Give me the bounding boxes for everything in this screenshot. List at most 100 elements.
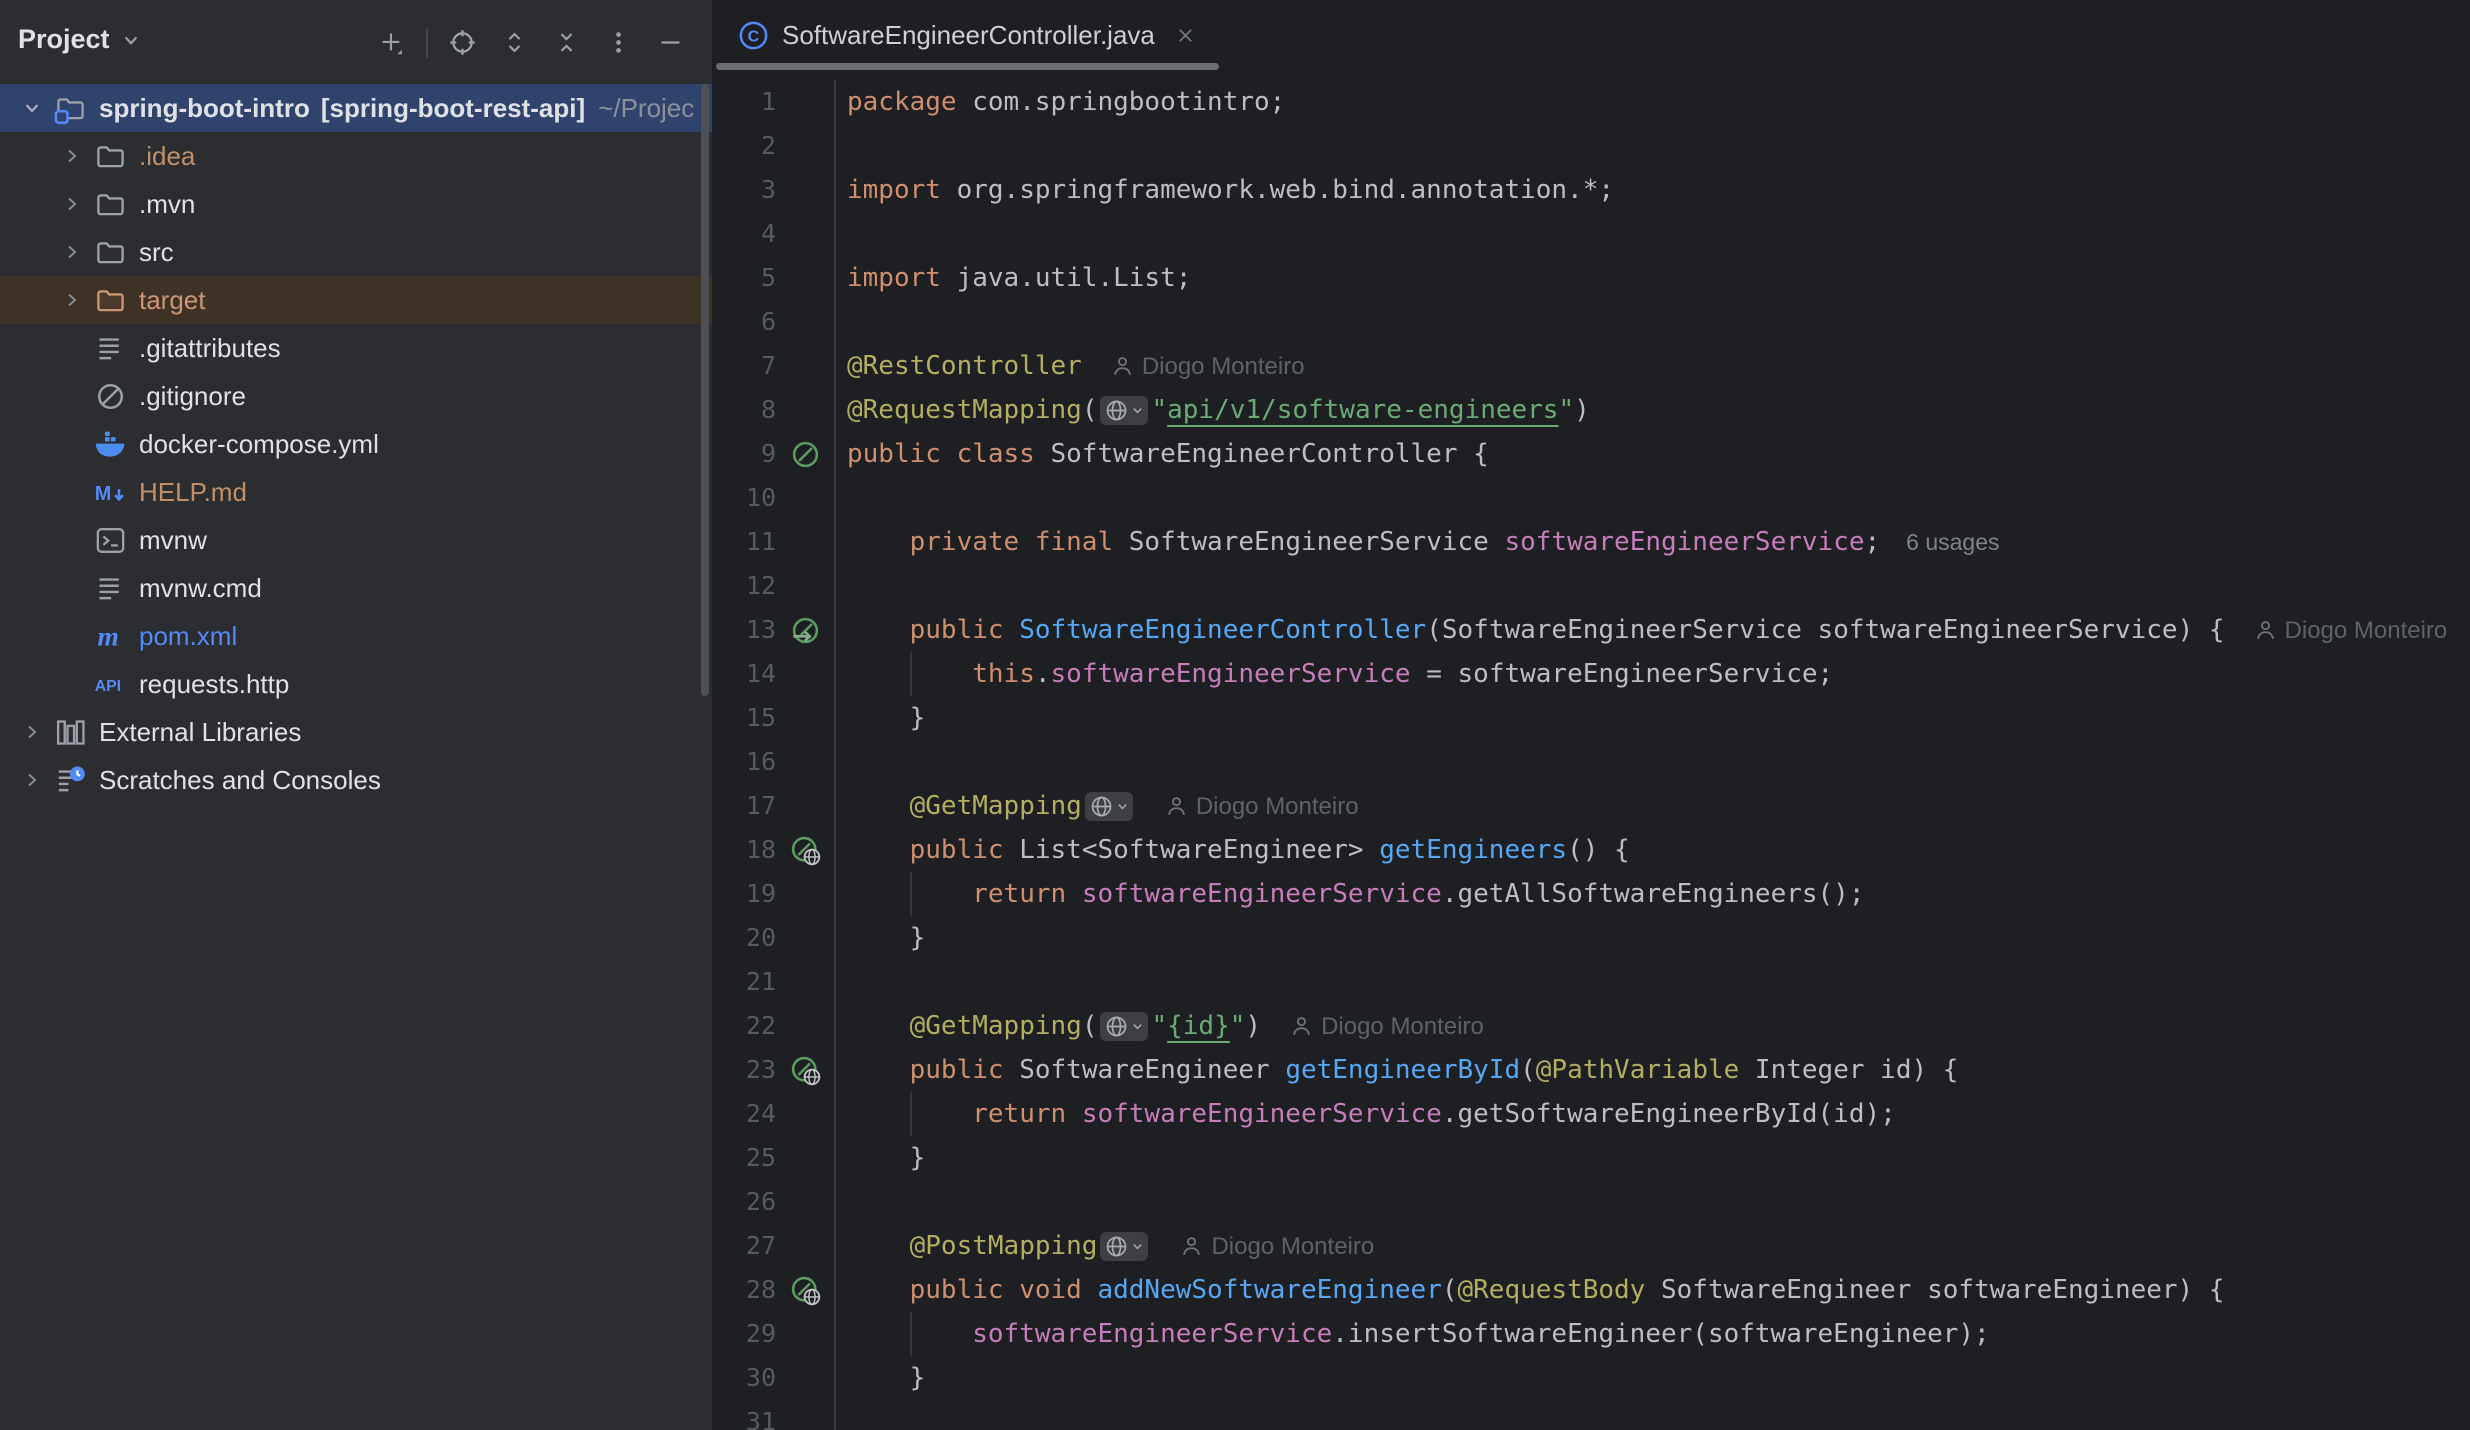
chevron-right-icon[interactable] (52, 288, 92, 312)
url-mapping-badge[interactable] (1100, 396, 1148, 425)
code-line-text[interactable]: public class SoftwareEngineerController … (834, 432, 2470, 476)
line-number[interactable]: 12 (712, 564, 776, 608)
line-number[interactable]: 5 (712, 256, 776, 300)
tree-item-requests-http[interactable]: APIrequests.http (0, 660, 712, 708)
line-number[interactable]: 18 (712, 828, 776, 872)
line-number[interactable]: 8 (712, 388, 776, 432)
code-line-text[interactable] (834, 564, 2470, 608)
tree-item-src[interactable]: src (0, 228, 712, 276)
url-mapping-badge[interactable] (1100, 1012, 1148, 1041)
line-number[interactable]: 29 (712, 1312, 776, 1356)
code-author-inlay[interactable]: Diogo Monteiro (1289, 1013, 1484, 1041)
line-number[interactable]: 14 (712, 652, 776, 696)
code-line-text[interactable]: } (834, 916, 2470, 960)
line-number[interactable]: 17 (712, 784, 776, 828)
line-number[interactable]: 15 (712, 696, 776, 740)
code-line-text[interactable]: @GetMapping("{id}")Diogo Monteiro (834, 1004, 2470, 1048)
code-line-text[interactable]: @PostMappingDiogo Monteiro (834, 1224, 2470, 1268)
line-number[interactable]: 2 (712, 124, 776, 168)
code-line-text[interactable]: softwareEngineerService.insertSoftwareEn… (834, 1312, 2470, 1356)
tree-item-mvnw[interactable]: mvnw (0, 516, 712, 564)
code-line-text[interactable] (834, 124, 2470, 168)
collapse-all-button[interactable] (547, 23, 586, 62)
project-tree-scrollbar[interactable] (701, 84, 709, 696)
code-line-text[interactable] (834, 960, 2470, 1004)
add-button[interactable] (372, 23, 411, 62)
code-line-text[interactable]: public List<SoftwareEngineer> getEnginee… (834, 828, 2470, 872)
line-number[interactable]: 25 (712, 1136, 776, 1180)
gutter-bean-arrow-slot[interactable] (776, 608, 834, 652)
code-line-text[interactable]: } (834, 1356, 2470, 1400)
code-line-text[interactable]: private final SoftwareEngineerService so… (834, 520, 2470, 564)
code-line-text[interactable]: package com.springbootintro; (834, 80, 2470, 124)
gutter-mapping-slot[interactable] (776, 828, 834, 872)
expand-all-button[interactable] (495, 23, 534, 62)
tree-item-docker-compose-yml[interactable]: docker-compose.yml (0, 420, 712, 468)
code-line-text[interactable]: this.softwareEngineerService = softwareE… (834, 652, 2470, 696)
tree-item-target[interactable]: target (0, 276, 712, 324)
tree-item-gitignore[interactable]: .gitignore (0, 372, 712, 420)
gutter-mapping-slot[interactable] (776, 1048, 834, 1092)
line-number[interactable]: 13 (712, 608, 776, 652)
code-author-inlay[interactable]: Diogo Monteiro (1164, 793, 1359, 821)
code-line-text[interactable] (834, 300, 2470, 344)
line-number[interactable]: 4 (712, 212, 776, 256)
tree-item-pom-xml[interactable]: mpom.xml (0, 612, 712, 660)
chevron-down-icon[interactable] (12, 96, 52, 120)
line-number[interactable]: 24 (712, 1092, 776, 1136)
line-number[interactable]: 30 (712, 1356, 776, 1400)
line-number[interactable]: 23 (712, 1048, 776, 1092)
hide-panel-button[interactable] (651, 23, 690, 62)
gutter-mapping-slot[interactable] (776, 1268, 834, 1312)
line-number[interactable]: 20 (712, 916, 776, 960)
code-line-text[interactable]: public SoftwareEngineer getEngineerById(… (834, 1048, 2470, 1092)
code-line-text[interactable]: import java.util.List; (834, 256, 2470, 300)
chevron-right-icon[interactable] (12, 768, 52, 792)
code-line-text[interactable] (834, 1400, 2470, 1430)
code-line-text[interactable] (834, 476, 2470, 520)
editor-tab-softwareengineercontroller[interactable]: C SoftwareEngineerController.java (716, 0, 1219, 70)
line-number[interactable]: 16 (712, 740, 776, 784)
tree-item-spring-boot-intro[interactable]: spring-boot-intro[spring-boot-rest-api]~… (0, 84, 712, 132)
code-line-text[interactable]: public void addNewSoftwareEngineer(@Requ… (834, 1268, 2470, 1312)
line-number[interactable]: 21 (712, 960, 776, 1004)
locate-opened-file-button[interactable] (443, 23, 482, 62)
tree-item-idea[interactable]: .idea (0, 132, 712, 180)
line-number[interactable]: 26 (712, 1180, 776, 1224)
close-tab-button[interactable] (1174, 24, 1197, 47)
line-number[interactable]: 27 (712, 1224, 776, 1268)
tree-item-mvn[interactable]: .mvn (0, 180, 712, 228)
chevron-right-icon[interactable] (52, 240, 92, 264)
line-number[interactable]: 22 (712, 1004, 776, 1048)
tree-item-gitattributes[interactable]: .gitattributes (0, 324, 712, 372)
tree-item-scratches-and-consoles[interactable]: Scratches and Consoles (0, 756, 712, 804)
line-number[interactable]: 9 (712, 432, 776, 476)
url-mapping-badge[interactable] (1100, 1232, 1148, 1261)
code-line-text[interactable]: return softwareEngineerService.getSoftwa… (834, 1092, 2470, 1136)
code-line-text[interactable] (834, 1180, 2470, 1224)
code-author-inlay[interactable]: Diogo Monteiro (2253, 617, 2448, 645)
code-line-text[interactable]: public SoftwareEngineerController(Softwa… (834, 608, 2470, 652)
code-line-text[interactable]: import org.springframework.web.bind.anno… (834, 168, 2470, 212)
line-number[interactable]: 1 (712, 80, 776, 124)
more-options-button[interactable] (599, 23, 638, 62)
line-number[interactable]: 3 (712, 168, 776, 212)
code-line-text[interactable]: @RestControllerDiogo Monteiro (834, 344, 2470, 388)
chevron-right-icon[interactable] (52, 144, 92, 168)
line-number[interactable]: 11 (712, 520, 776, 564)
code-line-text[interactable]: @GetMappingDiogo Monteiro (834, 784, 2470, 828)
line-number[interactable]: 10 (712, 476, 776, 520)
url-mapping-badge[interactable] (1085, 792, 1133, 821)
usages-inlay[interactable]: 6 usages (1906, 529, 1999, 555)
line-number[interactable]: 7 (712, 344, 776, 388)
tree-item-help-md[interactable]: MHELP.md (0, 468, 712, 516)
line-number[interactable]: 31 (712, 1400, 776, 1430)
code-line-text[interactable]: } (834, 1136, 2470, 1180)
line-number[interactable]: 19 (712, 872, 776, 916)
code-editor[interactable]: 1 package com.springbootintro; 23 import or… (712, 72, 2470, 1430)
code-line-text[interactable]: } (834, 696, 2470, 740)
code-line-text[interactable]: @RequestMapping("api/v1/software-enginee… (834, 388, 2470, 432)
code-author-inlay[interactable]: Diogo Monteiro (1179, 1233, 1374, 1261)
tree-item-external-libraries[interactable]: External Libraries (0, 708, 712, 756)
line-number[interactable]: 6 (712, 300, 776, 344)
